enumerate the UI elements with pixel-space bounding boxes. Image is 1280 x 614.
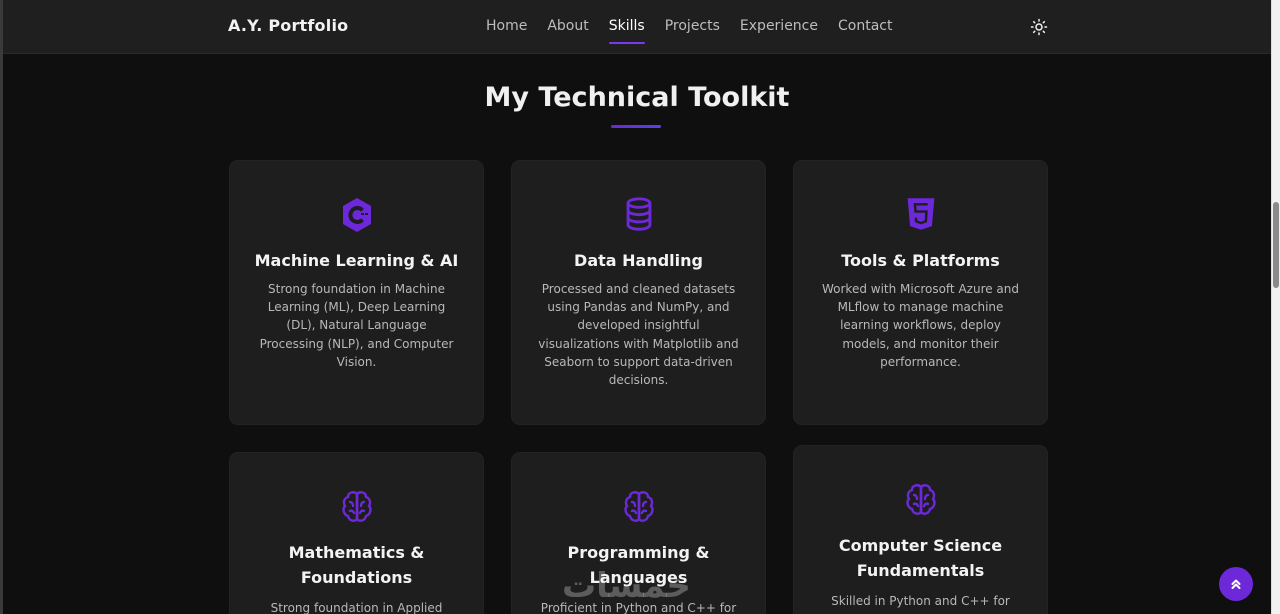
nav-link-projects[interactable]: Projects xyxy=(665,18,720,38)
brand-logo[interactable]: A.Y. Portfolio xyxy=(228,16,348,35)
scrollbar-thumb[interactable] xyxy=(1273,202,1279,288)
nav-link-home[interactable]: Home xyxy=(486,18,527,38)
nav-link-skills[interactable]: Skills xyxy=(608,18,645,44)
skill-card-mathematics: Mathematics & Foundations Strong foundat… xyxy=(229,452,484,614)
card-title: Machine Learning & AI xyxy=(254,251,459,270)
navbar: A.Y. Portfolio Home About Skills Project… xyxy=(3,0,1271,54)
card-description: Strong foundation in Machine Learning (M… xyxy=(259,282,454,369)
card-description: Worked with Microsoft Azure and MLflow t… xyxy=(821,282,1020,369)
brain-icon xyxy=(341,491,372,522)
skill-card-computer-science: Computer Science Fundamentals Skilled in… xyxy=(793,445,1048,614)
card-title: Tools & Platforms xyxy=(841,251,1000,270)
watermark: خمسات xyxy=(562,566,691,606)
scrollbar[interactable] xyxy=(1271,0,1280,614)
brain-icon xyxy=(623,491,654,522)
section-title: My Technical Toolkit xyxy=(484,82,790,113)
html5-icon xyxy=(907,198,934,230)
card-description: Processed and cleaned datasets using Pan… xyxy=(538,282,739,388)
database-icon xyxy=(626,197,651,231)
nav-link-about[interactable]: About xyxy=(547,18,588,38)
skill-card-data-handling: Data Handling Processed and cleaned data… xyxy=(511,160,766,425)
title-underline xyxy=(611,125,661,128)
nav-link-contact[interactable]: Contact xyxy=(838,18,892,38)
card-title: Data Handling xyxy=(574,251,703,270)
card-title: Computer Science Fundamentals xyxy=(838,536,1003,580)
brain-icon xyxy=(905,484,936,515)
card-description: Skilled in Python and C++ for xyxy=(831,594,1010,608)
sun-icon xyxy=(1030,18,1048,36)
skill-card-tools-platforms: Tools & Platforms Worked with Microsoft … xyxy=(793,160,1048,425)
card-description: Strong foundation in Applied xyxy=(270,601,443,614)
nav-link-experience[interactable]: Experience xyxy=(740,18,818,38)
skill-card-machine-learning: Machine Learning & AI Strong foundation … xyxy=(229,160,484,425)
c-language-icon xyxy=(342,198,371,232)
page: A.Y. Portfolio Home About Skills Project… xyxy=(0,0,1280,614)
theme-toggle-button[interactable] xyxy=(1030,18,1048,36)
double-chevron-up-icon xyxy=(1231,579,1241,589)
card-title: Mathematics & Foundations xyxy=(288,543,425,587)
nav-links: Home About Skills Projects Experience Co… xyxy=(486,18,912,44)
back-to-top-button[interactable] xyxy=(1219,567,1253,601)
